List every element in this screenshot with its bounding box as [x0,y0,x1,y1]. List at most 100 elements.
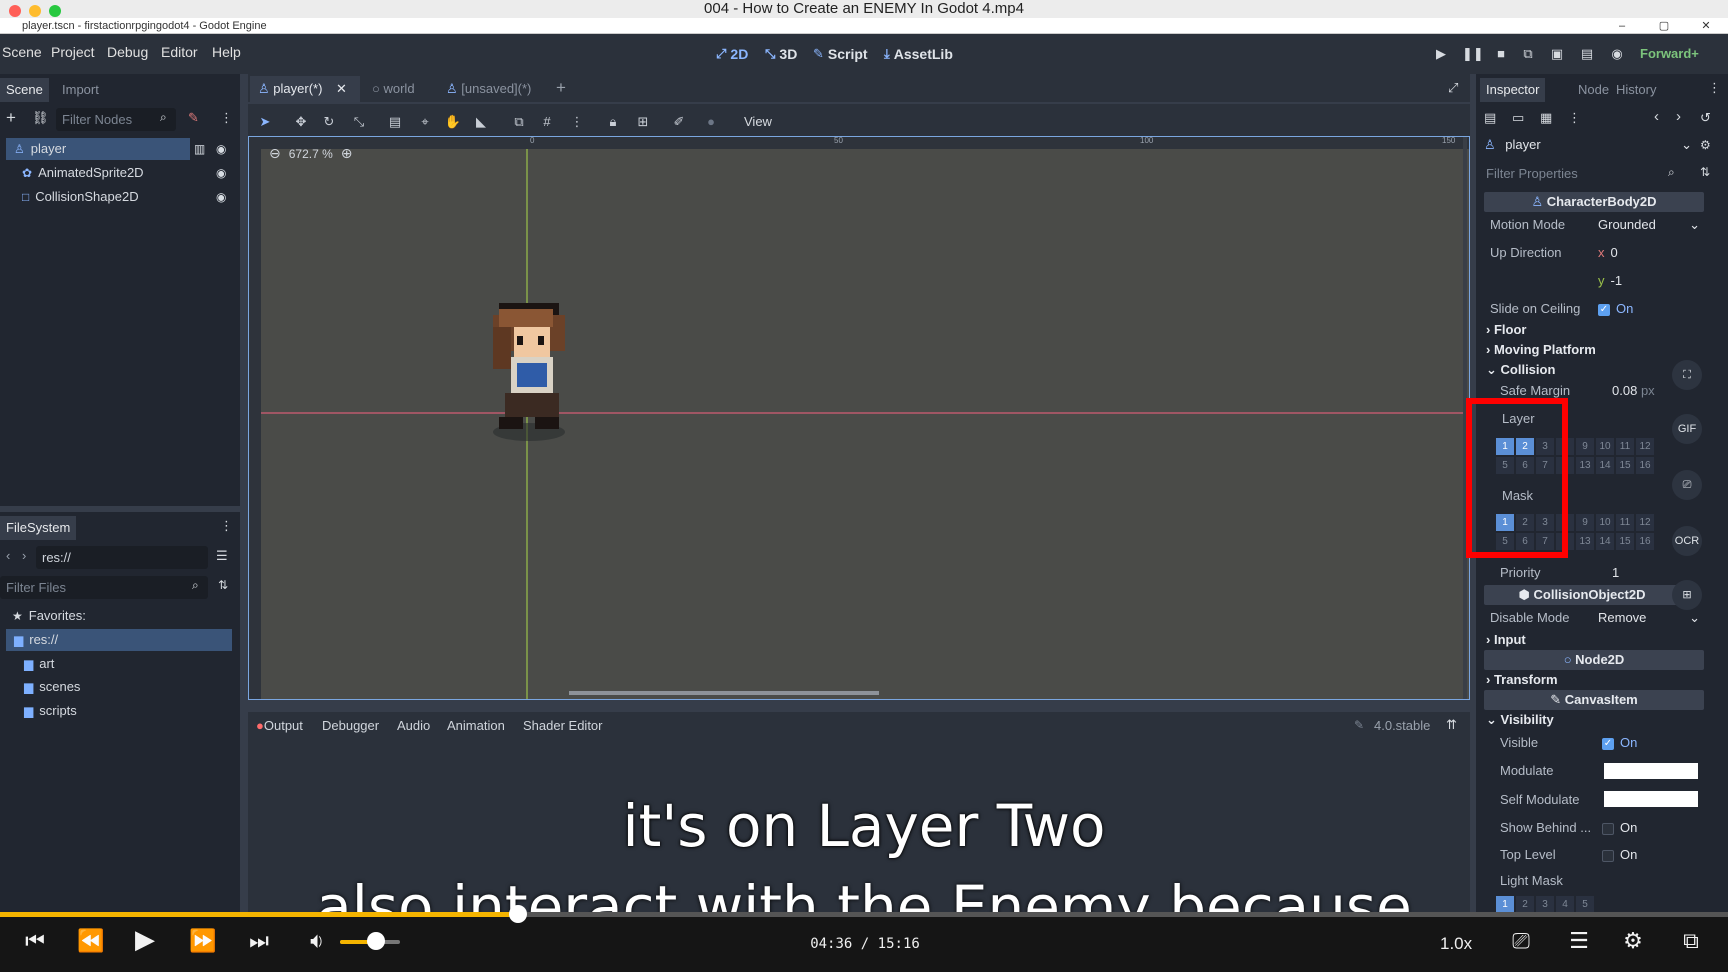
view-menu[interactable]: View [744,111,772,133]
folder-row-scripts[interactable]: ▆ scripts [24,700,77,722]
workspace-3d-button[interactable]: ⤡ 3D [765,46,797,62]
menu-scene[interactable]: Scene [2,44,42,60]
new-scene-tab-icon[interactable]: + [556,78,566,98]
tab-debugger[interactable]: Debugger [322,718,379,733]
chapters-icon[interactable]: ☰ [1562,928,1596,954]
mask-bit-cell[interactable]: 13 [1576,533,1594,550]
ocr-button[interactable]: OCR [1672,526,1702,556]
scene-tab-unsaved[interactable]: ♙ [unsaved](*) [446,81,531,97]
tree-node-animatedsprite[interactable]: ✿ AnimatedSprite2D [22,162,144,184]
safe-margin-field[interactable]: 0.08 px [1612,383,1655,398]
workspace-script-button[interactable]: ✎ Script [813,46,868,62]
filter-nodes-input[interactable]: Filter Nodes [56,108,176,131]
tab-scene[interactable]: Scene [0,78,49,102]
mask-bit-cell[interactable]: 9 [1576,514,1594,531]
stop-icon[interactable]: ■ [1492,46,1510,64]
bone-icon[interactable]: ✐ [668,111,690,133]
sort-icon[interactable]: ⇅ [1700,165,1710,179]
class-header-canvasitem[interactable]: ✎ CanvasItem [1484,690,1704,710]
class-header-characterbody2d[interactable]: ♙ CharacterBody2D [1484,192,1704,212]
tab-filesystem[interactable]: FileSystem [0,516,77,540]
section-visibility[interactable]: ⌄ Visibility [1486,712,1554,728]
layer-bit-cell[interactable]: 10 [1596,438,1614,455]
layer-bit-cell[interactable]: 16 [1636,457,1654,474]
inspected-object-selector[interactable]: ♙ player ⌄ [1484,134,1692,156]
favorites-row[interactable]: ★ Favorites: [12,605,86,627]
camera-override-icon[interactable]: ● [700,111,722,133]
snap-options-icon[interactable]: ⋮ [566,111,588,133]
scale-tool-icon[interactable]: ⤡ [348,111,370,133]
layer-bit-cell[interactable]: 12 [1636,438,1654,455]
instance-scene-icon[interactable]: ⛓ [32,110,49,126]
editor-maximize-icon[interactable]: ▢ [1654,18,1674,34]
tab-audio[interactable]: Audio [397,718,430,733]
playback-speed-button[interactable]: 1.0x [1440,934,1472,954]
scene-tab-world[interactable]: ○ world [372,81,415,96]
sort-icon[interactable]: ⇅ [218,578,228,592]
pan-tool-icon[interactable]: ✋ [442,111,464,133]
section-moving-platform[interactable]: › Moving Platform [1486,342,1596,357]
object-properties-icon[interactable]: ⚙ [1700,138,1711,152]
up-direction-y-field[interactable]: y -1 [1598,273,1622,288]
section-floor[interactable]: › Floor [1486,322,1526,337]
tree-node-collisionshape[interactable]: □ CollisionShape2D [22,186,139,208]
back-icon[interactable]: ‹ [6,548,10,563]
history-forward-icon[interactable]: › [1676,108,1681,125]
tab-inspector[interactable]: Inspector [1480,78,1546,102]
filter-files-input[interactable]: Filter Files [0,576,208,599]
disable-mode-select[interactable]: Remove ⌄ [1598,610,1700,625]
volume-icon[interactable]: 🔉︎ [300,928,334,954]
mask-bit-cell[interactable]: 11 [1616,514,1634,531]
script-icon[interactable]: ▥ [194,142,205,156]
version-label[interactable]: 4.0.stable [1374,718,1430,733]
folder-row-scenes[interactable]: ▆ scenes [24,676,80,698]
workspace-assetlib-button[interactable]: ⤓ AssetLib [884,46,953,62]
volume-knob[interactable] [367,932,385,950]
section-transform[interactable]: › Transform [1486,672,1558,687]
zoom-level[interactable]: 672.7 % [289,147,333,161]
grid-snap-icon[interactable]: # [536,111,558,133]
filesystem-root-row[interactable]: ▆ res:// [6,629,232,651]
list-select-icon[interactable]: ▤ [384,111,406,133]
visibility-eye-icon[interactable]: ◉ [216,190,226,204]
layer-bit-cell[interactable]: 14 [1596,457,1614,474]
list-view-icon[interactable]: ☰ [216,548,228,564]
record-camera-icon[interactable]: ⎚ [1672,470,1702,500]
tab-animation[interactable]: Animation [447,718,505,733]
save-icon[interactable]: ▦ [1540,110,1552,126]
visibility-eye-icon[interactable]: ◉ [216,166,226,180]
motion-mode-select[interactable]: Grounded ⌄ [1598,217,1700,232]
skip-to-start-icon[interactable]: ⏮ [18,928,52,954]
distraction-free-icon[interactable]: ⤢ [1448,80,1458,96]
rewind-icon[interactable]: ⏪ [74,928,108,954]
renderer-selector[interactable]: Forward+ [1640,46,1699,61]
move-tool-icon[interactable]: ✥ [290,111,312,133]
canvas-viewport[interactable]: ⊖ 672.7 % ⊕ [248,136,1470,700]
filesystem-path-field[interactable]: res:// [36,546,208,569]
lock-icon[interactable]: 🔒︎ [602,111,624,133]
airplay-icon[interactable]: ⎚ [1504,928,1538,954]
history-back-icon[interactable]: ‹ [1654,108,1659,125]
layer-bit-cell[interactable]: 9 [1576,438,1594,455]
open-folder-icon[interactable]: ▭ [1512,110,1524,126]
visibility-eye-icon[interactable]: ◉ [216,142,226,156]
tab-node[interactable]: Node [1572,78,1615,102]
tab-output[interactable]: ●Output [256,718,303,733]
layout-icon[interactable]: ⊞ [1672,580,1702,610]
pause-icon[interactable]: ❚❚ [1462,46,1484,64]
filter-properties-input[interactable]: Filter Properties [1480,162,1676,185]
mask-bit-cell[interactable]: 16 [1636,533,1654,550]
scene-options-icon[interactable]: ⋮ [220,110,233,126]
tab-shader-editor[interactable]: Shader Editor [523,718,603,733]
layer-bit-cell[interactable]: 11 [1616,438,1634,455]
smart-snap-icon[interactable]: ⧉ [508,111,530,133]
play-custom-scene-icon[interactable]: ▤ [1578,46,1596,64]
picture-in-picture-icon[interactable]: ⧉ [1674,928,1708,954]
tab-history[interactable]: History [1610,78,1662,102]
zoom-out-icon[interactable]: ⊖ [269,145,281,162]
class-header-node2d[interactable]: ○ Node2D [1484,650,1704,670]
add-node-icon[interactable]: + [6,108,16,128]
pin-panel-icon[interactable]: ⇈ [1446,717,1457,733]
editor-minimize-icon[interactable]: – [1612,18,1632,34]
more-icon[interactable]: ⋮ [1568,110,1581,126]
